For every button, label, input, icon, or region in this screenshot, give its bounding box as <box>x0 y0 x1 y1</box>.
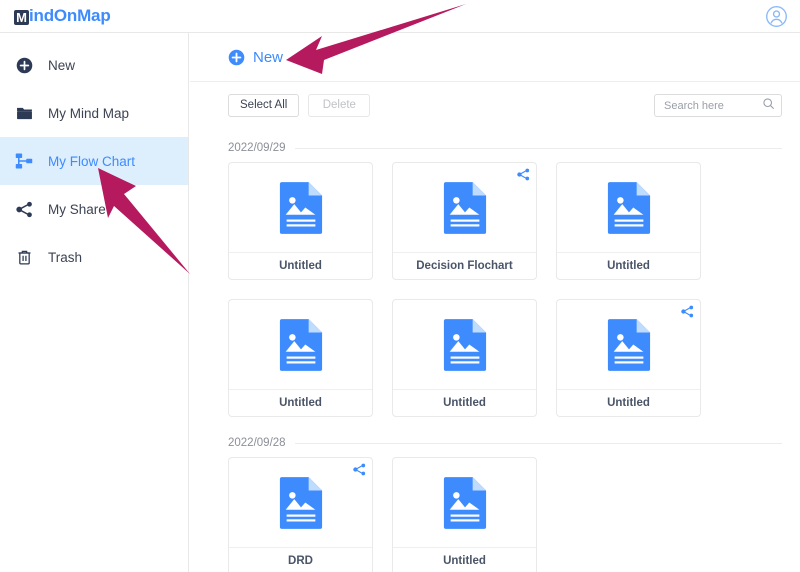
sidebar: New My Mind Map My Flow Chart My Share T… <box>0 33 189 572</box>
file-card[interactable]: Untitled <box>392 457 537 572</box>
search-icon[interactable] <box>762 97 775 115</box>
sidebar-item-label: My Share <box>48 201 106 217</box>
document-image-icon <box>393 300 536 389</box>
file-card[interactable]: Untitled <box>228 299 373 417</box>
flow-chart-icon <box>14 151 34 171</box>
share-icon <box>14 199 34 219</box>
select-all-button[interactable]: Select All <box>228 94 300 117</box>
search-input[interactable] <box>664 99 762 112</box>
folder-icon <box>14 103 34 123</box>
file-card[interactable]: DRD <box>228 457 373 572</box>
main-panel: New Select All Delete 2022/09/29 <box>190 33 800 572</box>
sidebar-item-label: My Mind Map <box>48 105 130 121</box>
app-logo[interactable]: MindOnMap <box>14 6 111 26</box>
document-image-icon <box>229 300 372 389</box>
file-card[interactable]: Untitled <box>228 162 373 280</box>
new-button[interactable]: New <box>253 49 283 66</box>
share-icon <box>517 168 530 181</box>
logo-text: indOnMap <box>29 6 111 25</box>
sidebar-item-my-share[interactable]: My Share <box>0 185 188 233</box>
sidebar-item-my-flow-chart[interactable]: My Flow Chart <box>0 137 188 185</box>
file-name: Decision Flochart <box>393 252 536 279</box>
date-group-header: 2022/09/29 <box>228 134 782 162</box>
plus-circle-icon <box>228 49 245 66</box>
card-grid: Untitled Decision Flochart Untitled Unti… <box>228 162 782 417</box>
file-name: DRD <box>229 547 372 572</box>
logo-m-glyph: M <box>14 9 29 25</box>
file-name: Untitled <box>393 389 536 416</box>
delete-button[interactable]: Delete <box>308 94 371 117</box>
date-label: 2022/09/28 <box>228 437 286 449</box>
plus-circle-icon <box>14 55 34 75</box>
top-bar: MindOnMap <box>0 0 800 33</box>
user-avatar-icon[interactable] <box>765 5 788 28</box>
sidebar-item-label: Trash <box>48 249 83 265</box>
document-image-icon <box>229 458 372 547</box>
document-image-icon <box>557 163 700 252</box>
file-name: Untitled <box>229 252 372 279</box>
search-box[interactable] <box>654 94 782 117</box>
file-card[interactable]: Decision Flochart <box>392 162 537 280</box>
file-name: Untitled <box>229 389 372 416</box>
file-name: Untitled <box>557 252 700 279</box>
date-label: 2022/09/29 <box>228 142 286 154</box>
card-grid: DRD Untitled <box>228 457 782 572</box>
action-bar: Select All Delete <box>190 82 800 129</box>
sidebar-item-trash[interactable]: Trash <box>0 233 188 281</box>
document-image-icon <box>393 458 536 547</box>
file-browser: 2022/09/29 Untitled Decision Flochart Un… <box>190 129 800 572</box>
file-card[interactable]: Untitled <box>392 299 537 417</box>
document-image-icon <box>229 163 372 252</box>
sidebar-item-my-mind-map[interactable]: My Mind Map <box>0 89 188 137</box>
file-name: Untitled <box>393 547 536 572</box>
new-bar: New <box>190 33 800 82</box>
divider <box>294 147 782 149</box>
file-name: Untitled <box>557 389 700 416</box>
file-card[interactable]: Untitled <box>556 162 701 280</box>
document-image-icon <box>557 300 700 389</box>
share-icon <box>681 305 694 318</box>
sidebar-item-new[interactable]: New <box>0 41 188 89</box>
file-card[interactable]: Untitled <box>556 299 701 417</box>
sidebar-item-label: My Flow Chart <box>48 153 136 169</box>
document-image-icon <box>393 163 536 252</box>
share-icon <box>353 463 366 476</box>
date-group-header: 2022/09/28 <box>228 429 782 457</box>
trash-icon <box>14 247 34 267</box>
divider <box>294 442 782 444</box>
sidebar-item-label: New <box>48 57 76 73</box>
mindonmap-workspace: MindOnMap New My Mind Map My Flow Chart … <box>0 0 800 572</box>
